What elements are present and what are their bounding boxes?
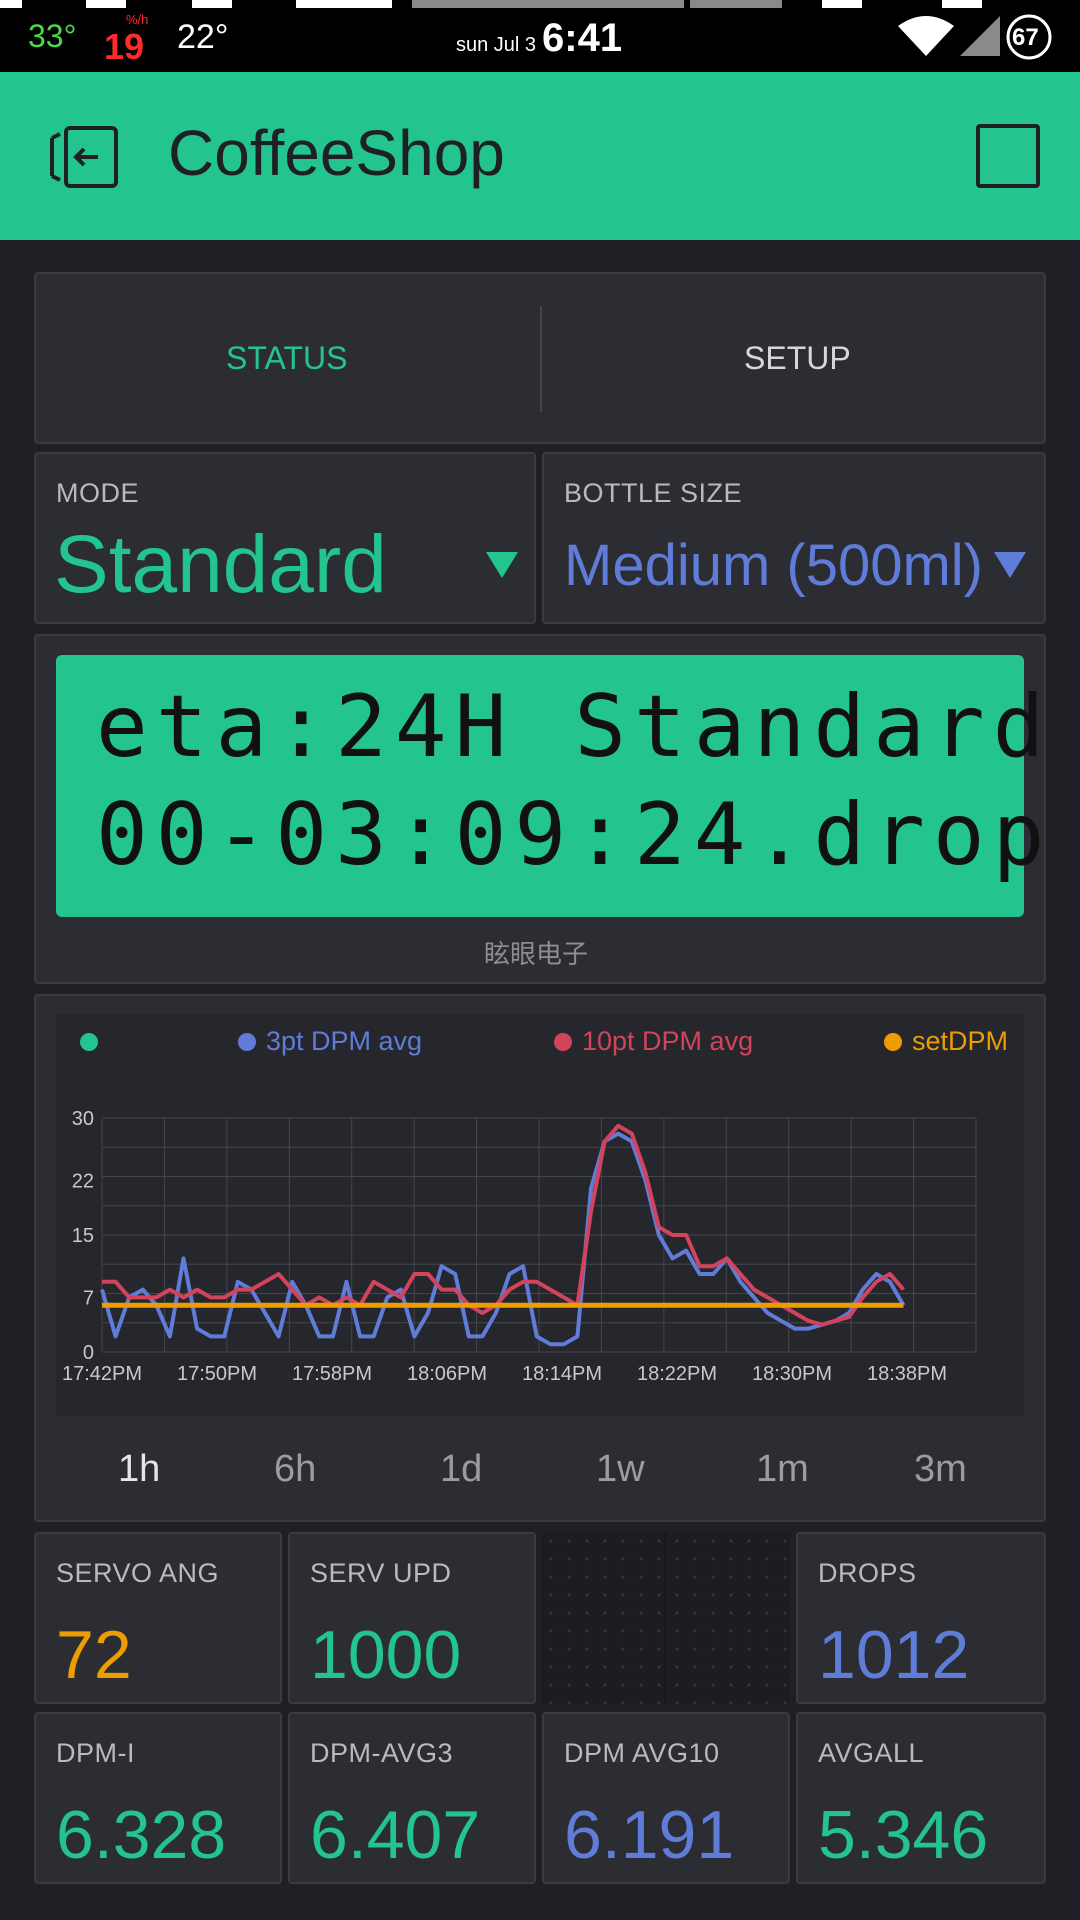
status-time: 6:41 — [542, 16, 623, 60]
status-bar-stripe — [192, 0, 232, 8]
dpm-avg10-value: 6.191 — [564, 1797, 735, 1873]
drops-value: 1012 — [818, 1617, 970, 1693]
legend-label: setDPM — [912, 1026, 1009, 1056]
y-tick-label: 22 — [72, 1170, 94, 1192]
y-tick-label: 30 — [72, 1108, 94, 1130]
drops-display: DROPS 1012 — [796, 1532, 1046, 1704]
signal-icon — [960, 16, 1000, 56]
legend-item — [80, 1026, 108, 1057]
exit-icon[interactable] — [48, 124, 122, 190]
servo-update-label: SERV UPD — [310, 1558, 452, 1588]
avgall-value: 5.346 — [818, 1797, 989, 1873]
lcd-line-2: 00-03:09:24.drop — [96, 785, 1053, 885]
status-bar-stripe — [86, 0, 126, 8]
legend-dot — [80, 1033, 98, 1051]
x-tick-label: 18:38PM — [867, 1363, 947, 1385]
dpm-i-label: DPM-I — [56, 1738, 135, 1768]
servo-update-display: SERV UPD 1000 — [288, 1532, 536, 1704]
battery-level: 67 — [1012, 24, 1039, 51]
dpm-avg10-display: DPM AVG10 6.191 — [542, 1712, 790, 1884]
status-bar-stripe — [412, 0, 684, 8]
legend-item: setDPM — [884, 1026, 1008, 1057]
status-bar-stripe — [0, 0, 22, 8]
line-chart: 0 7 15 22 30 17:42PM 17:50PM 17:58PM 18:06PM 18:1… — [62, 1108, 977, 1385]
range-1w[interactable]: 1w — [596, 1448, 645, 1491]
status-bar-stripe — [690, 0, 782, 8]
dpm-avg3-display: DPM-AVG3 6.407 — [288, 1712, 536, 1884]
range-1d[interactable]: 1d — [440, 1448, 482, 1491]
mode-dropdown[interactable]: MODE Standard — [34, 452, 536, 624]
legend-dot — [554, 1033, 572, 1051]
legend-label: 10pt DPM avg — [582, 1026, 754, 1056]
mode-label: MODE — [56, 478, 139, 508]
range-6h[interactable]: 6h — [274, 1448, 316, 1491]
legend-dot — [238, 1033, 256, 1051]
chevron-down-icon — [486, 552, 518, 578]
rate-unit: %/h — [126, 12, 149, 27]
x-tick-label: 18:22PM — [637, 1363, 717, 1385]
servo-angle-value: 72 — [56, 1617, 132, 1693]
servo-update-value: 1000 — [310, 1617, 462, 1693]
status-bar-stripe — [822, 0, 862, 8]
drops-label: DROPS — [818, 1558, 917, 1588]
servo-angle-label: SERVO ANG — [56, 1558, 220, 1588]
tab-status[interactable]: STATUS — [34, 272, 540, 444]
status-bar: 33° 19 %/h 22° sun Jul 3 6:41 67 — [0, 0, 1080, 72]
lcd-display: eta:24H Standard 00-03:09:24.drop — [56, 655, 1044, 917]
dpm-i-display: DPM-I 6.328 — [34, 1712, 282, 1884]
y-tick-label: 15 — [72, 1225, 94, 1247]
grid-divider — [664, 1532, 667, 1704]
page-title: CoffeeShop — [168, 117, 505, 189]
x-tick-label: 18:06PM — [407, 1363, 487, 1385]
y-tick-label: 0 — [83, 1342, 94, 1364]
app-header: CoffeeShop — [0, 72, 1080, 240]
chevron-down-icon — [994, 552, 1026, 578]
avgall-display: AVGALL 5.346 — [796, 1712, 1046, 1884]
temperature-1: 33° — [28, 18, 77, 54]
x-tick-label: 17:50PM — [177, 1363, 257, 1385]
legend-item: 10pt DPM avg — [554, 1026, 753, 1057]
status-date: sun Jul 3 — [456, 34, 537, 56]
wifi-icon — [898, 16, 954, 56]
range-1h[interactable]: 1h — [118, 1448, 160, 1491]
status-bar-stripe — [296, 0, 392, 8]
legend-item: 3pt DPM avg — [238, 1026, 422, 1057]
x-tick-label: 18:30PM — [752, 1363, 832, 1385]
series-line-10pt-dpm-avg — [102, 1123, 906, 1327]
tab-setup-label: SETUP — [744, 340, 851, 376]
x-tick-label: 17:42PM — [62, 1363, 142, 1385]
y-tick-label: 7 — [83, 1287, 94, 1309]
status-bar-stripe — [942, 0, 982, 8]
dpm-avg10-label: DPM AVG10 — [564, 1738, 720, 1768]
bottle-size-dropdown[interactable]: BOTTLE SIZE Medium (500ml) — [542, 452, 1046, 624]
x-tick-label: 18:14PM — [522, 1363, 602, 1385]
tab-status-label: STATUS — [226, 340, 348, 376]
servo-angle-display: SERVO ANG 72 — [34, 1532, 282, 1704]
lcd-line-1: eta:24H Standard — [96, 677, 1053, 777]
avgall-label: AVGALL — [818, 1738, 925, 1768]
temperature-2: 22° — [177, 18, 229, 56]
bottle-size-label: BOTTLE SIZE — [564, 478, 743, 508]
legend-dot — [884, 1033, 902, 1051]
x-tick-label: 17:58PM — [292, 1363, 372, 1385]
dpm-avg3-label: DPM-AVG3 — [310, 1738, 454, 1768]
rate-value: 19 — [104, 26, 145, 67]
legend-label: 3pt DPM avg — [266, 1026, 423, 1056]
stop-button[interactable] — [976, 124, 1040, 188]
empty-grid-slot — [542, 1532, 790, 1704]
dpm-avg3-value: 6.407 — [310, 1797, 481, 1873]
lcd-caption: 眩眼电子 — [484, 940, 589, 970]
range-3m[interactable]: 3m — [914, 1448, 967, 1491]
mode-value: Standard — [54, 519, 387, 610]
series-line-3pt-dpm-avg — [100, 1131, 906, 1347]
range-1m[interactable]: 1m — [756, 1448, 809, 1491]
bottle-size-value: Medium (500ml) — [564, 533, 983, 598]
tab-setup[interactable]: SETUP — [540, 272, 1046, 444]
dpm-i-value: 6.328 — [56, 1797, 227, 1873]
